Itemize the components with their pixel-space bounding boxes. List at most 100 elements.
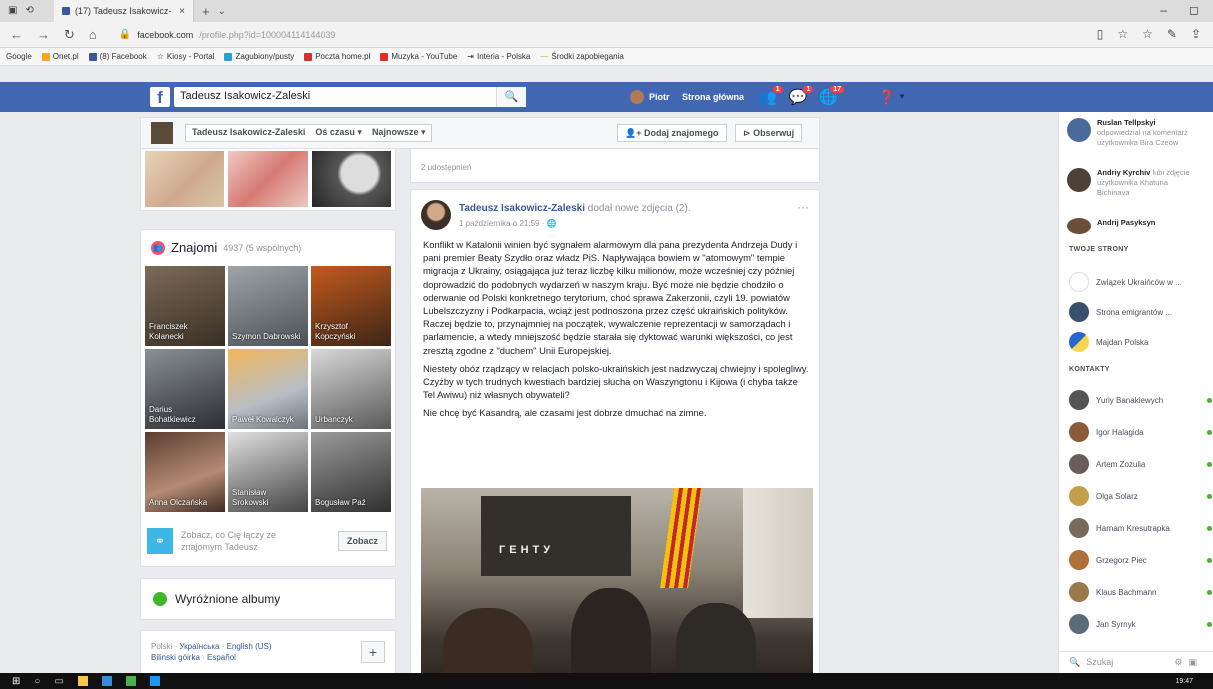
- account-menu-chevron-icon[interactable]: ▼: [898, 92, 906, 101]
- ticker-item[interactable]: Andriy Kyrchiv lubi zdjęcie użytkownika …: [1067, 168, 1213, 198]
- search-icon[interactable]: ○: [34, 676, 40, 687]
- bookmark-zagubiony[interactable]: Zagubiony/pusty: [224, 52, 294, 61]
- friend-tile[interactable]: Krzysztof Kopczyński: [311, 266, 391, 346]
- tab-menu-chevron-icon[interactable]: ⌄: [218, 6, 226, 17]
- ticker-item[interactable]: Ruslan Tellpskyi odpowiedział na komenta…: [1067, 118, 1213, 148]
- language-link[interactable]: Українська: [179, 642, 219, 651]
- chat-tools: ⚙▣: [1174, 657, 1203, 668]
- contact-item[interactable]: Igor Halagida: [1069, 422, 1213, 442]
- friend-tile[interactable]: Stanisław Srokowski: [228, 432, 308, 512]
- friend-tile[interactable]: Darius Bohatkiewicz: [145, 349, 225, 429]
- favorite-star-icon[interactable]: ☆: [1117, 27, 1128, 41]
- friends-title: Znajomi: [171, 240, 218, 255]
- friend-tile[interactable]: Szymon Dabrowski: [228, 266, 308, 346]
- bookmark-kiosy[interactable]: ☆ Kiosy - Portal: [157, 52, 215, 61]
- contact-item[interactable]: Klaus Bachmann: [1069, 582, 1213, 602]
- timeline-nav[interactable]: Tadeusz Isakowicz-Zaleski Oś czasu ▾ Naj…: [185, 124, 433, 142]
- page-item[interactable]: Majdan Polska: [1069, 332, 1213, 352]
- language-link[interactable]: Bilinski góirka: [151, 653, 200, 662]
- contact-item[interactable]: Yuriy Banakiewych: [1069, 390, 1213, 410]
- forward-icon[interactable]: →: [37, 27, 50, 42]
- messages-icon[interactable]: 💬 1: [789, 85, 815, 106]
- back-icon[interactable]: ←: [10, 27, 23, 42]
- friend-requests-icon[interactable]: 👥 1: [758, 85, 784, 106]
- home-link[interactable]: Strona główna: [682, 92, 744, 102]
- reading-view-icon[interactable]: ▯: [1097, 27, 1104, 41]
- friend-tile[interactable]: Paweł Kowalczyk: [228, 349, 308, 429]
- contact-item[interactable]: Harnam Kresutrapka: [1069, 518, 1213, 538]
- ticker-text: Andrij Pasyksyn: [1097, 218, 1155, 234]
- avatar[interactable]: [421, 200, 451, 230]
- timeline-menu[interactable]: Oś czasu ▾: [315, 127, 362, 139]
- app-icon[interactable]: [149, 676, 160, 686]
- add-language-button[interactable]: +: [361, 641, 385, 663]
- post-author[interactable]: Tadeusz Isakowicz-Zaleski: [459, 203, 585, 214]
- file-explorer-icon[interactable]: [77, 676, 88, 686]
- bookmark-poczta[interactable]: Poczta home.pl: [304, 52, 370, 61]
- favorites-hub-icon[interactable]: ☆: [1142, 27, 1153, 41]
- friend-tile[interactable]: Urbanczyk: [311, 349, 391, 429]
- video-icon[interactable]: ▣: [1188, 657, 1203, 667]
- see-button[interactable]: Zobacz: [337, 531, 387, 551]
- search-input[interactable]: Tadeusz Isakowicz-Zaleski: [174, 87, 526, 107]
- featured-albums[interactable]: Wyróżnione albumy: [140, 578, 396, 620]
- windows-start-icon[interactable]: ⊞: [12, 676, 20, 687]
- browser-tab[interactable]: (17) Tadeusz Isakowicz- ×: [54, 0, 194, 22]
- photo-map[interactable]: [228, 151, 308, 207]
- language-link[interactable]: English (US): [227, 642, 272, 651]
- ticker-item[interactable]: Andrij Pasyksyn: [1067, 218, 1213, 234]
- post-photo[interactable]: ГЕНТУ: [421, 488, 813, 688]
- home-icon[interactable]: ⌂: [89, 27, 97, 42]
- bookmark-srodki[interactable]: — Środki zapobiegania: [540, 52, 624, 61]
- sort-menu[interactable]: Najnowsze ▾: [372, 127, 426, 139]
- photo-portrait[interactable]: [311, 151, 391, 207]
- avatar[interactable]: [151, 122, 173, 144]
- friend-tile[interactable]: Franciszek Kolanecki: [145, 266, 225, 346]
- photo-banner: [481, 496, 631, 576]
- bookmark-onet[interactable]: Onet.pl: [41, 52, 79, 61]
- bookmark-google[interactable]: Google: [6, 52, 32, 61]
- maximize-icon[interactable]: ◻: [1189, 3, 1199, 17]
- post-timestamp[interactable]: 1 października o 21:59 · 🌐: [459, 219, 557, 228]
- page-item[interactable]: Strona emigrantów ...: [1069, 302, 1213, 322]
- add-friend-button[interactable]: 👤+ Dodaj znajomego: [617, 124, 727, 142]
- profile-link[interactable]: Piotr: [630, 90, 670, 104]
- shared-count-text[interactable]: 2 udostępnień: [421, 163, 471, 172]
- pen-icon[interactable]: ✎: [1167, 27, 1177, 41]
- chrome-icon[interactable]: [125, 676, 136, 686]
- contact-item[interactable]: Jan Syrnyk: [1069, 614, 1213, 634]
- share-icon[interactable]: ⇪: [1191, 27, 1201, 41]
- friend-tile[interactable]: Anna Olczańska: [145, 432, 225, 512]
- new-tab-icon[interactable]: +: [202, 4, 210, 19]
- more-options-icon[interactable]: ···: [797, 200, 809, 214]
- gear-icon[interactable]: ⚙: [1174, 657, 1188, 667]
- url-field[interactable]: 🔒 facebook.com/profile.php?id=1000041141…: [119, 29, 336, 40]
- notifications-globe-icon[interactable]: 🌐 17: [819, 85, 846, 106]
- chat-search-input[interactable]: Szukaj: [1086, 657, 1113, 668]
- language-link[interactable]: Español: [207, 653, 236, 662]
- help-icon[interactable]: ❓: [878, 89, 895, 106]
- bookmark-youtube[interactable]: Muzyka - YouTube: [380, 52, 457, 61]
- friend-tile[interactable]: Bogusław Paź: [311, 432, 391, 512]
- bookmark-interia[interactable]: ⇥ Interia - Polska: [467, 52, 530, 61]
- task-view-icon[interactable]: ▭: [54, 676, 63, 687]
- page-item[interactable]: Związek Ukraińców w ...: [1069, 272, 1213, 292]
- follow-button[interactable]: ⊳ Obserwuj: [735, 124, 803, 142]
- minimize-icon[interactable]: –: [1160, 3, 1167, 17]
- back-tabs-icon[interactable]: ⟲: [25, 5, 33, 16]
- see-connection: ⚭ Zobacz, co Cię łączy ze znajomym Tadeu…: [145, 521, 391, 561]
- edge-icon[interactable]: [101, 676, 112, 686]
- contact-item[interactable]: Olga Solarz: [1069, 486, 1213, 506]
- photo-map[interactable]: [145, 151, 225, 207]
- close-tab-icon[interactable]: ×: [179, 6, 185, 17]
- contact-item[interactable]: Artem Zozulia: [1069, 454, 1213, 474]
- tab-list-icon[interactable]: ▣: [8, 5, 17, 16]
- facebook-logo-icon[interactable]: f: [150, 87, 170, 107]
- friends-header[interactable]: 👥 Znajomi 4937 (5 wspólnych): [151, 240, 301, 255]
- chat-search[interactable]: 🔍 Szukaj ⚙▣: [1058, 651, 1213, 673]
- contact-item[interactable]: Grzegorz Piec: [1069, 550, 1213, 570]
- search-icon[interactable]: 🔍: [496, 87, 526, 107]
- refresh-icon[interactable]: ↻: [64, 27, 75, 43]
- bookmark-facebook[interactable]: (8) Facebook: [88, 52, 147, 61]
- clock[interactable]: 19:47: [1175, 678, 1193, 685]
